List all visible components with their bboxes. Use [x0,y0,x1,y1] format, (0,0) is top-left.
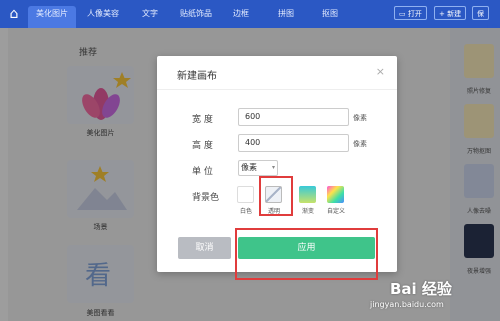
white-swatch[interactable] [237,186,254,203]
height-input[interactable]: 400 [238,134,349,152]
save-button[interactable]: 保 [472,6,489,20]
unit-label: 单 位 [192,167,213,177]
watermark-brand: Bai 经验 [390,280,452,298]
custom-label: 自定义 [326,208,345,215]
tab-cutout[interactable]: 抠图 [310,6,350,28]
divider [157,89,397,90]
tab-beautify[interactable]: 美化图片 [28,6,76,28]
custom-color-swatch[interactable] [327,186,344,203]
gradient-label: 渐变 [301,208,314,215]
chevron-down-icon: ▾ [271,164,275,171]
top-toolbar: ⌂ 美化图片 人像美容 文字 贴纸饰品 边框 拼图 抠图 ▭ 打开 + 新建 保 [0,0,500,28]
new-canvas-dialog: 新建画布 × 宽 度 600 像素 高 度 400 像素 单 位 像素 ▾ 背景… [157,56,397,280]
tab-border[interactable]: 边框 [222,6,260,28]
width-input[interactable]: 600 [238,108,349,126]
gradient-swatch[interactable] [299,186,316,203]
open-button[interactable]: ▭ 打开 [394,6,427,20]
apply-highlight [235,228,378,280]
tab-stickers[interactable]: 贴纸饰品 [172,6,220,28]
watermark-url: jingyan.baidu.com [370,300,444,309]
tab-collage[interactable]: 拼图 [264,6,308,28]
home-icon[interactable]: ⌂ [4,4,24,24]
tab-portrait[interactable]: 人像美容 [80,6,126,28]
close-icon[interactable]: × [376,65,385,78]
unit-select[interactable]: 像素 ▾ [238,160,278,176]
height-label: 高 度 [192,141,213,151]
new-button[interactable]: + 新建 [434,6,467,20]
white-label: 白色 [239,208,252,215]
transparent-highlight [259,176,293,216]
width-unit: 像素 [353,114,367,122]
tab-text[interactable]: 文字 [130,6,170,28]
height-unit: 像素 [353,140,367,148]
cancel-button[interactable]: 取消 [178,237,231,259]
width-label: 宽 度 [192,115,213,125]
bg-color-label: 背景色 [192,193,220,203]
dialog-title: 新建画布 [177,71,217,82]
